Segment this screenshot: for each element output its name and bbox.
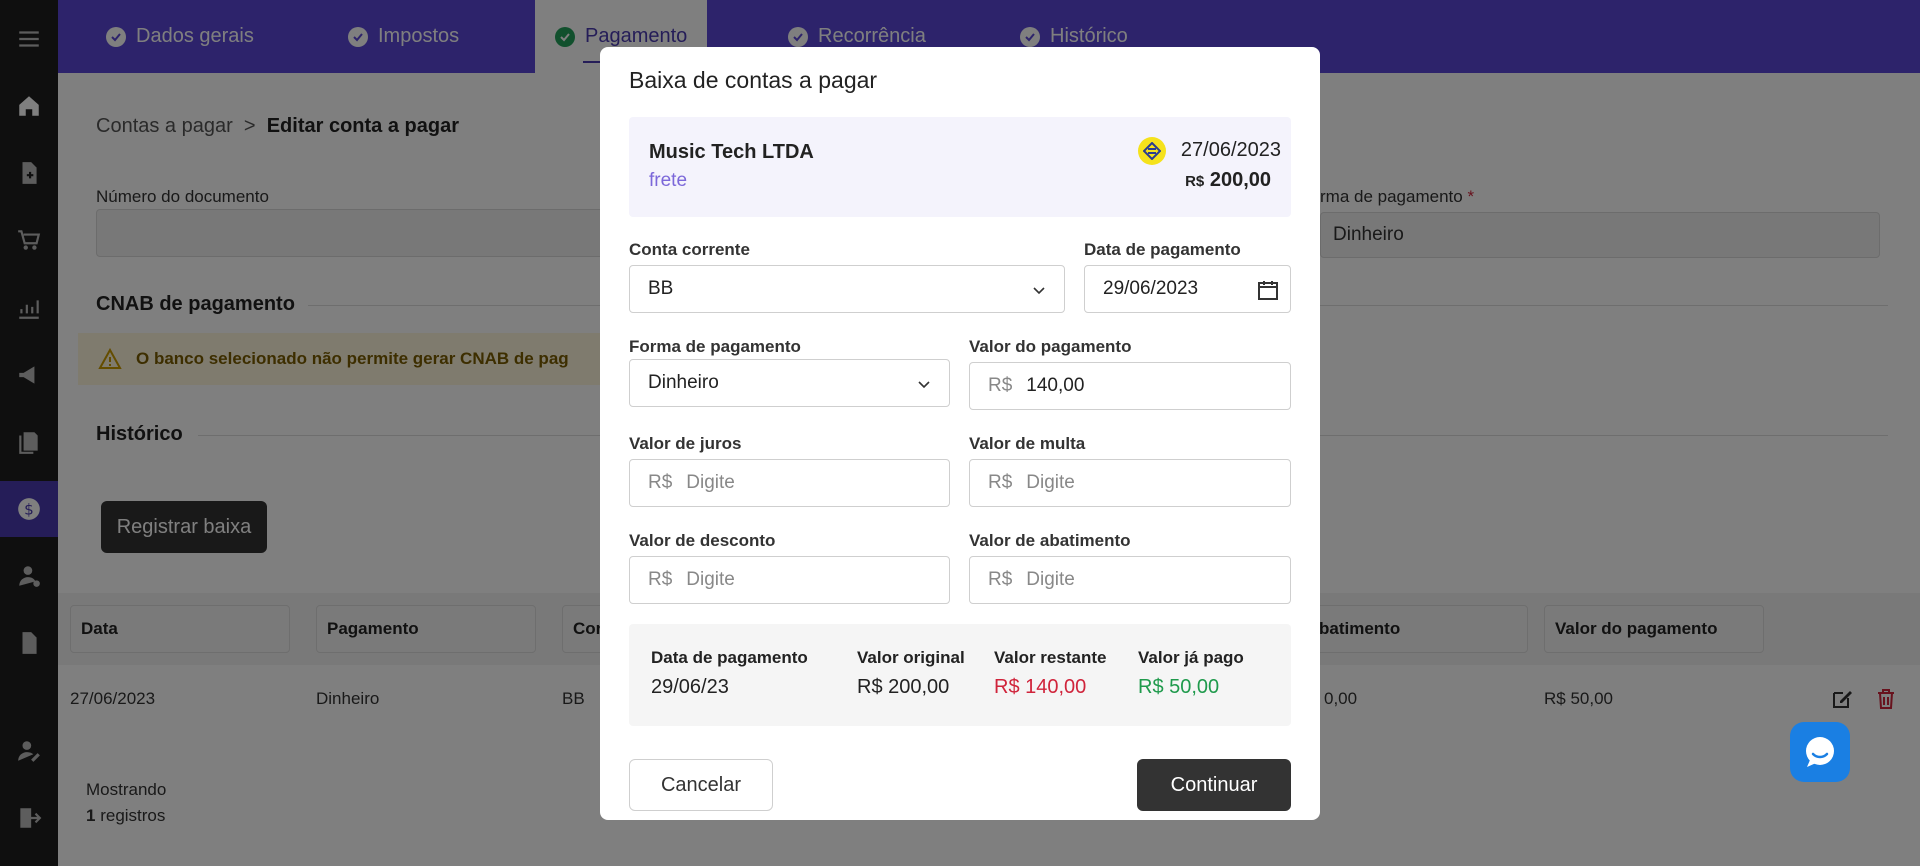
currency-prefix: R$ [988,569,1013,590]
continue-button[interactable]: Continuar [1137,759,1291,811]
summary-date: 27/06/2023 [1180,139,1281,161]
cancel-button[interactable]: Cancelar [629,759,773,811]
bank-logo-icon [1138,137,1166,165]
chat-icon [1806,737,1834,767]
info-pago-value: R$ 50,00 [1138,676,1220,698]
valor-abatimento-input[interactable]: R$ Digite [969,556,1291,604]
info-pago-label: Valor já pago [1138,648,1244,667]
forma-pagamento-select[interactable]: Dinheiro [629,359,950,407]
data-pagamento-input[interactable]: 29/06/2023 [1084,265,1291,313]
currency-prefix: R$ [988,375,1013,396]
valor-pagamento-value: 140,00 [1026,375,1085,396]
valor-desconto-label: Valor de desconto [629,531,776,550]
currency-prefix: R$ [648,569,673,590]
valor-juros-input[interactable]: R$ Digite [629,459,950,507]
valor-abatimento-label: Valor de abatimento [969,531,1131,550]
modal-title: Baixa de contas a pagar [629,67,878,93]
payment-summary: Music Tech LTDA frete 27/06/2023 R$ 200,… [629,117,1291,217]
chevron-down-icon [1033,287,1045,295]
currency-prefix: R$ [988,472,1013,493]
valor-multa-input[interactable]: R$ Digite [969,459,1291,507]
valor-juros-label: Valor de juros [629,434,742,453]
info-original-value: R$ 200,00 [857,676,950,698]
data-pagamento-value: 29/06/2023 [1103,278,1199,299]
chevron-down-icon [918,381,930,389]
valor-desconto-input[interactable]: R$ Digite [629,556,950,604]
valor-pagamento-input[interactable]: R$ 140,00 [969,362,1291,410]
summary-company: Music Tech LTDA [649,141,814,163]
info-restante-value: R$ 140,00 [994,676,1087,698]
info-original-label: Valor original [857,648,965,667]
conta-corrente-value: BB [648,278,674,299]
summary-amount: R$ 200,00 [1185,169,1271,191]
info-restante-label: Valor restante [994,648,1107,667]
valor-juros-placeholder: Digite [686,472,735,493]
currency-prefix: R$ [648,472,673,493]
chat-button[interactable] [1790,722,1850,782]
forma-pagamento-label: Forma de pagamento [629,337,801,356]
conta-corrente-select[interactable]: BB [629,265,1065,313]
valor-multa-label: Valor de multa [969,434,1086,453]
valor-multa-placeholder: Digite [1026,472,1075,493]
valor-pagamento-label: Valor do pagamento [969,337,1132,356]
info-data-label: Data de pagamento [651,648,808,667]
data-pagamento-label: Data de pagamento [1084,240,1241,259]
valor-desconto-placeholder: Digite [686,569,735,590]
forma-pagamento-value: Dinheiro [648,372,719,393]
valor-abatimento-placeholder: Digite [1026,569,1075,590]
baixa-modal: Baixa de contas a pagar Music Tech LTDA … [600,47,1320,820]
conta-corrente-label: Conta corrente [629,240,750,259]
payment-info-panel: Data de pagamento 29/06/23 Valor origina… [629,624,1291,726]
info-data-value: 29/06/23 [651,676,729,698]
summary-description: frete [649,170,688,191]
calendar-icon[interactable] [1256,278,1280,302]
